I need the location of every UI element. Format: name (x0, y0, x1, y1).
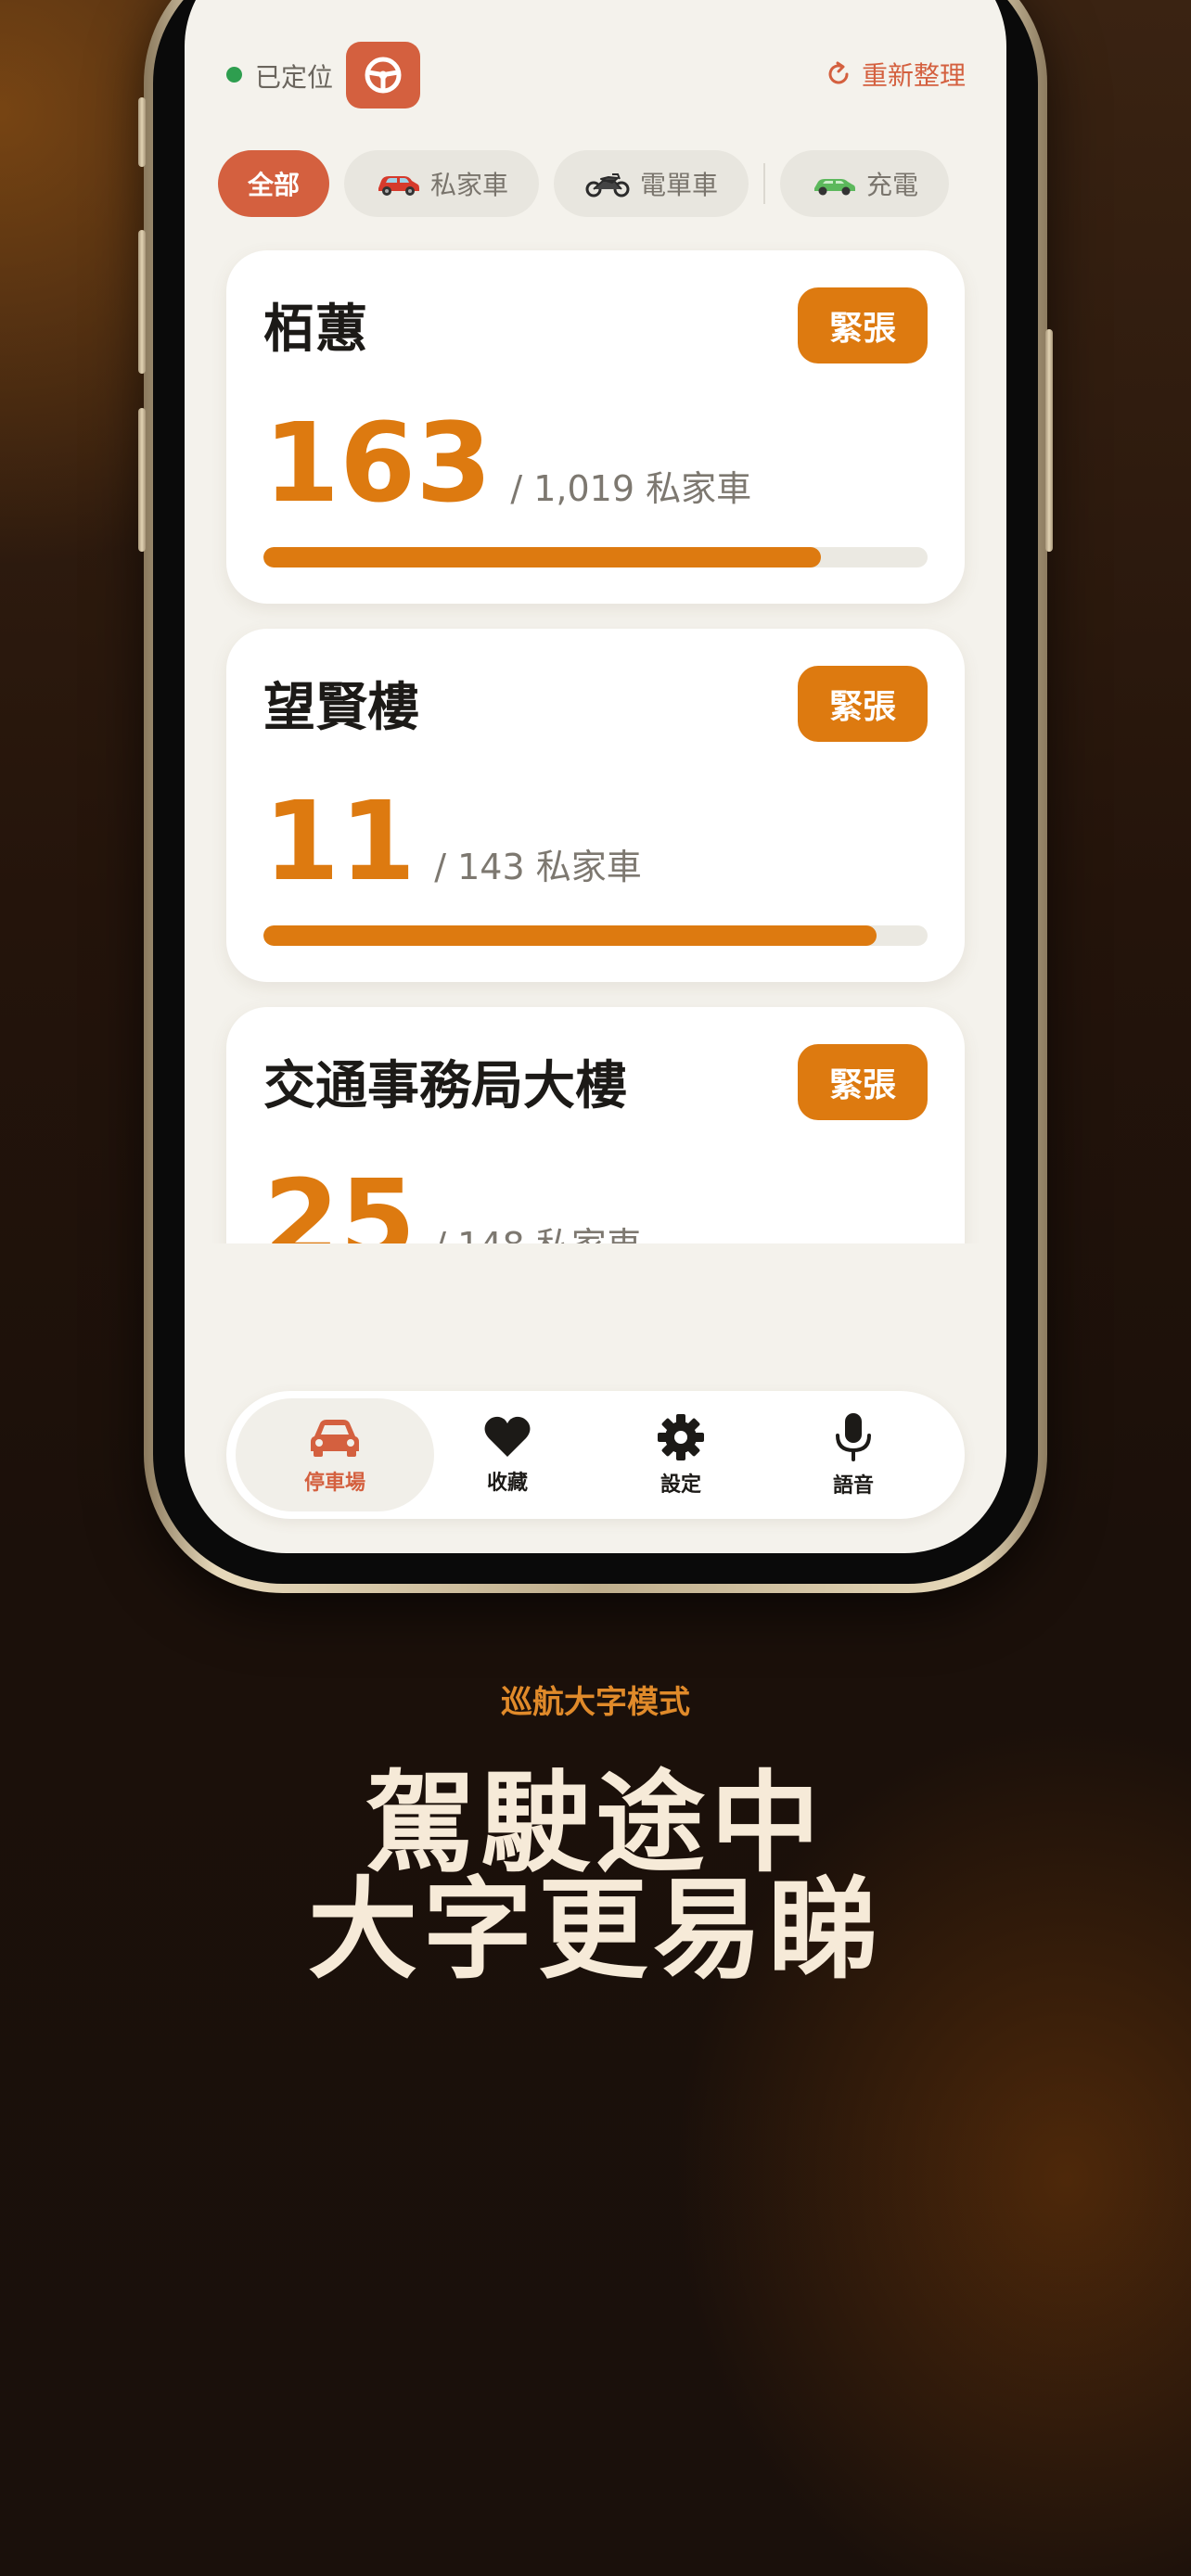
ev-car-icon (813, 179, 855, 196)
car-icon (311, 1420, 359, 1457)
driving-mode-button[interactable] (346, 42, 420, 108)
tab-voice[interactable]: 語音 (754, 1398, 953, 1511)
availability-status-badge: 緊張 (798, 287, 928, 363)
refresh-label: 重新整理 (861, 60, 966, 91)
car-icon (378, 176, 419, 196)
lot-name: 交通事務局大樓 (263, 1056, 627, 1116)
tab-label: 收藏 (486, 1472, 528, 1495)
refresh-button[interactable]: 重新整理 (825, 56, 966, 93)
steering-wheel-icon (365, 57, 402, 94)
tab-favorites[interactable]: 收藏 (408, 1398, 607, 1511)
status-row: 已定位 重新整理 (185, 0, 1006, 130)
gear-icon (658, 1414, 704, 1460)
motorcycle-icon (585, 173, 630, 198)
bottom-tab-bar: 停車場 收藏 設定 語音 (226, 1391, 965, 1519)
availability-status-badge: 緊張 (798, 1044, 928, 1120)
location-status-label: 已定位 (255, 62, 334, 93)
app-screen: 已定位 重新整理 全部 私家車 電單車 充電 栢蕙 緊張 163 / 1,019… (185, 0, 1006, 1553)
lot-name: 望賢樓 (263, 678, 419, 738)
available-spaces: 25 (263, 1155, 416, 1243)
location-status-dot (226, 67, 242, 83)
mute-switch (138, 97, 146, 167)
parking-lot-card[interactable]: 交通事務局大樓 緊張 25 / 148 私家車 (226, 1007, 965, 1243)
tab-label: 設定 (660, 1473, 701, 1497)
parking-lot-card[interactable]: 望賢樓 緊張 11 / 143 私家車 (226, 629, 965, 982)
total-spaces: / 143 私家車 (434, 847, 642, 887)
heart-icon (484, 1416, 531, 1457)
parking-lot-card[interactable]: 栢蕙 緊張 163 / 1,019 私家車 (226, 250, 965, 604)
volume-up-button (138, 230, 146, 374)
occupancy-bar-fill (263, 547, 822, 567)
parking-lot-list: 栢蕙 緊張 163 / 1,019 私家車 望賢樓 緊張 11 / 143 私家… (185, 195, 1006, 1243)
availability-row: 11 / 143 私家車 (263, 786, 642, 896)
total-spaces: / 148 私家車 (434, 1217, 642, 1243)
available-spaces: 163 (263, 399, 493, 527)
microphone-icon (836, 1413, 871, 1461)
promo-headline-line-2: 大字更易睇 (307, 1866, 883, 1994)
availability-status-badge: 緊張 (798, 666, 928, 742)
total-spaces: / 1,019 私家車 (510, 468, 752, 509)
volume-down-button (138, 408, 146, 552)
refresh-icon (828, 61, 849, 84)
available-spaces: 11 (263, 777, 416, 905)
occupancy-bar (263, 547, 928, 567)
occupancy-bar (263, 925, 928, 946)
occupancy-bar-fill (263, 925, 877, 946)
power-button (1045, 329, 1053, 552)
availability-row: 163 / 1,019 私家車 (263, 408, 751, 517)
tab-label: 語音 (832, 1474, 874, 1498)
tab-parking[interactable]: 停車場 (236, 1398, 434, 1511)
lot-name: 栢蕙 (263, 300, 367, 360)
availability-row: 25 / 148 私家車 (263, 1165, 642, 1243)
tab-settings[interactable]: 設定 (582, 1398, 780, 1511)
promo-subtitle: 巡航大字模式 (501, 1684, 690, 1721)
tab-label: 停車場 (303, 1472, 365, 1495)
